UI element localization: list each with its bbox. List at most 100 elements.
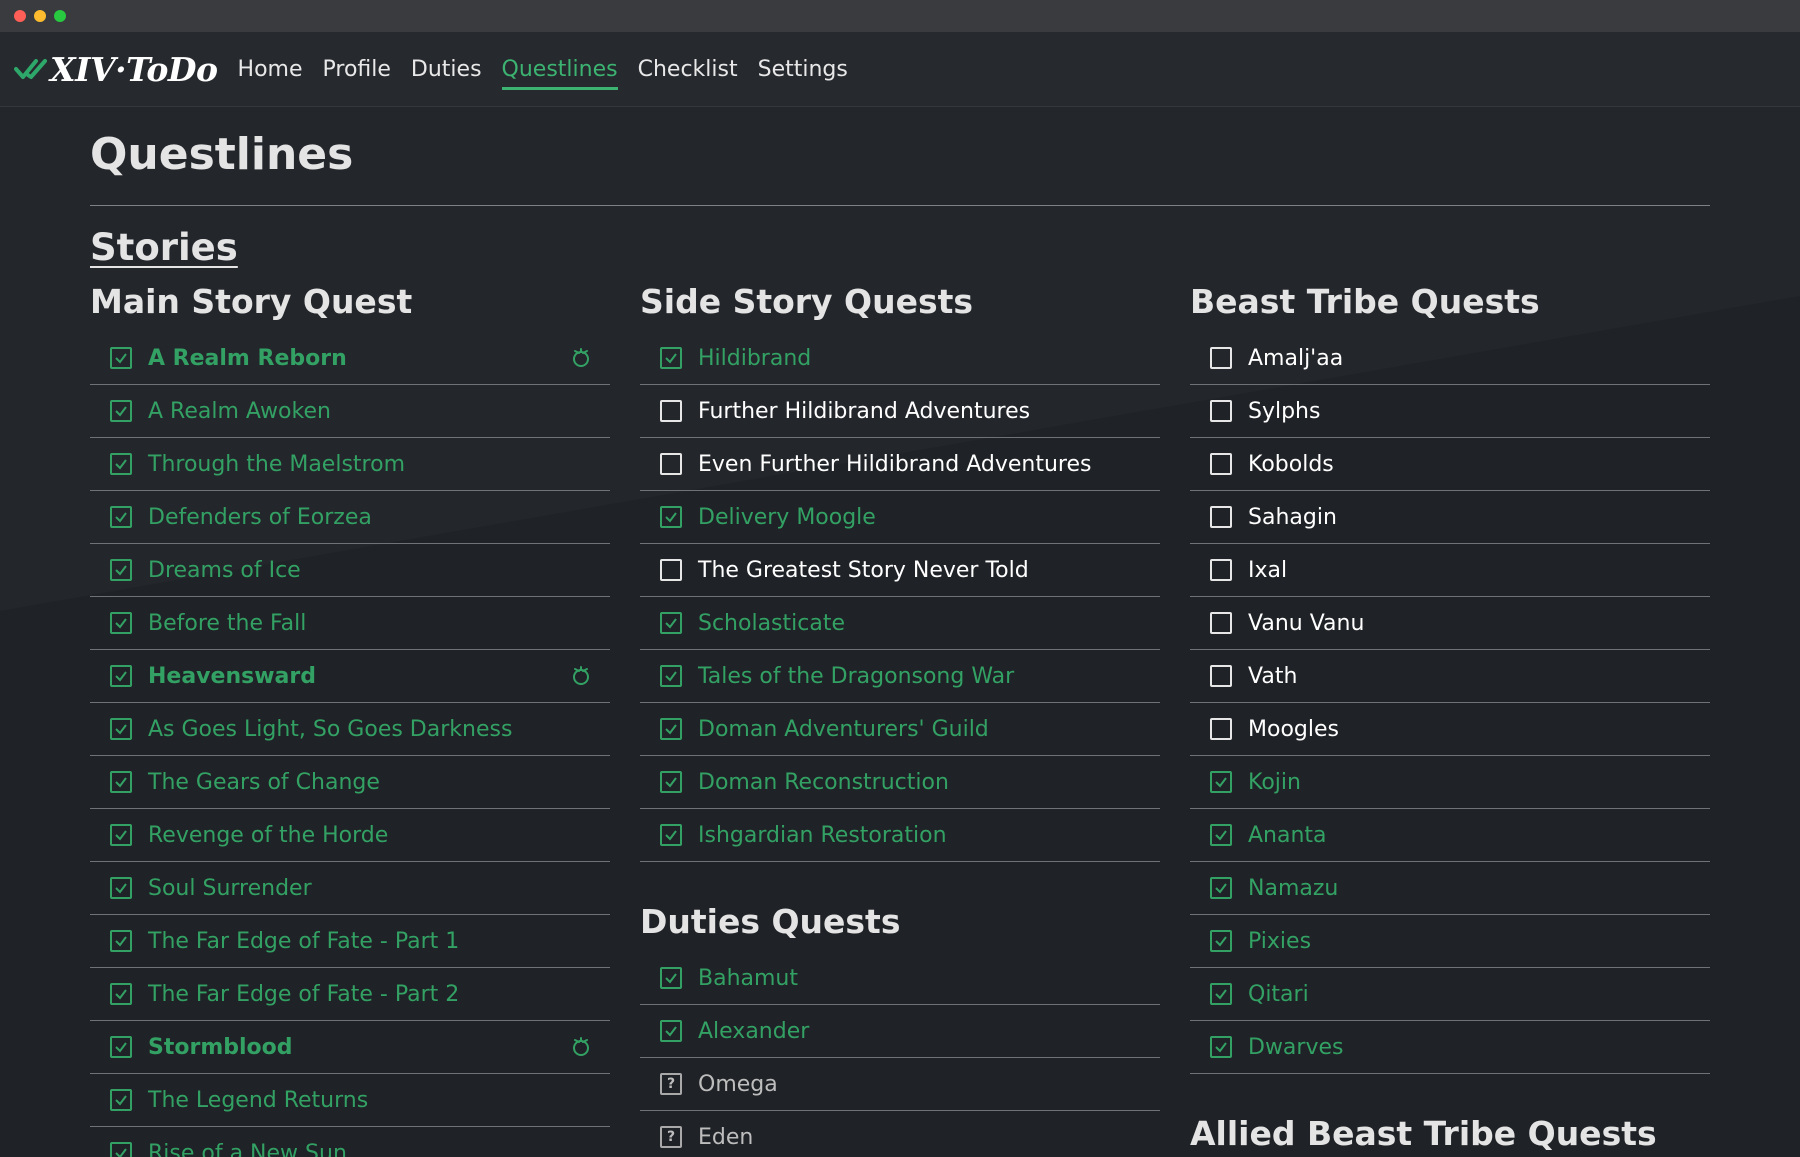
quest-item[interactable]: Ixal [1190,544,1710,597]
quest-checkbox[interactable] [660,559,682,581]
quest-item[interactable]: Kojin [1190,756,1710,809]
quest-checkbox[interactable] [1210,665,1232,687]
quest-item[interactable]: Rise of a New Sun [90,1127,610,1157]
quest-checkbox[interactable] [110,930,132,952]
quest-checkbox[interactable] [660,347,682,369]
quest-item[interactable]: Vanu Vanu [1190,597,1710,650]
quest-checkbox[interactable] [110,1142,132,1157]
nav-settings[interactable]: Settings [758,51,848,88]
quest-item[interactable]: Hildibrand [640,332,1160,385]
quest-item[interactable]: Further Hildibrand Adventures [640,385,1160,438]
nav-profile[interactable]: Profile [323,51,391,88]
quest-item[interactable]: A Realm Reborn [90,332,610,385]
quest-checkbox[interactable] [660,506,682,528]
quest-item[interactable]: Doman Adventurers' Guild [640,703,1160,756]
quest-item[interactable]: Even Further Hildibrand Adventures [640,438,1160,491]
quest-checkbox[interactable] [660,665,682,687]
close-window-button[interactable] [14,10,26,22]
quest-checkbox[interactable] [660,400,682,422]
quest-item[interactable]: A Realm Awoken [90,385,610,438]
check-icon [665,512,677,523]
quest-item[interactable]: Alexander [640,1005,1160,1058]
quest-checkbox[interactable] [660,612,682,634]
unknown-checkbox[interactable]: ? [660,1126,682,1148]
quest-item[interactable]: Ishgardian Restoration [640,809,1160,862]
quest-checkbox[interactable] [110,983,132,1005]
quest-checkbox[interactable] [110,1089,132,1111]
quest-checkbox[interactable] [1210,718,1232,740]
quest-checkbox[interactable] [660,718,682,740]
quest-item[interactable]: Tales of the Dragonsong War [640,650,1160,703]
quest-checkbox[interactable] [110,718,132,740]
quest-item[interactable]: Dwarves [1190,1021,1710,1074]
quest-item[interactable]: The Far Edge of Fate - Part 1 [90,915,610,968]
quest-checkbox[interactable] [660,453,682,475]
quest-item[interactable]: Ananta [1190,809,1710,862]
quest-item[interactable]: Stormblood [90,1021,610,1074]
quest-item[interactable]: ? Omega [640,1058,1160,1111]
nav-checklist[interactable]: Checklist [638,51,738,88]
quest-item[interactable]: Soul Surrender [90,862,610,915]
quest-checkbox[interactable] [110,506,132,528]
quest-checkbox[interactable] [110,612,132,634]
quest-checkbox[interactable] [110,771,132,793]
quest-item[interactable]: Dreams of Ice [90,544,610,597]
quest-checkbox[interactable] [110,559,132,581]
quest-checkbox[interactable] [1210,877,1232,899]
quest-item[interactable]: As Goes Light, So Goes Darkness [90,703,610,756]
quest-item[interactable]: Doman Reconstruction [640,756,1160,809]
quest-item[interactable]: The Gears of Change [90,756,610,809]
quest-checkbox[interactable] [1210,1036,1232,1058]
quest-checkbox[interactable] [1210,559,1232,581]
quest-checkbox[interactable] [110,824,132,846]
quest-item[interactable]: Qitari [1190,968,1710,1021]
quest-checkbox[interactable] [660,771,682,793]
maximize-window-button[interactable] [54,10,66,22]
quest-checkbox[interactable] [660,967,682,989]
nav-home[interactable]: Home [238,51,303,88]
quest-item[interactable]: Delivery Moogle [640,491,1160,544]
quest-checkbox[interactable] [660,1020,682,1042]
quest-item[interactable]: The Legend Returns [90,1074,610,1127]
quest-checkbox[interactable] [110,1036,132,1058]
quest-item[interactable]: Defenders of Eorzea [90,491,610,544]
quest-item[interactable]: Scholasticate [640,597,1160,650]
quest-item[interactable]: Kobolds [1190,438,1710,491]
quest-checkbox[interactable] [110,877,132,899]
quest-checkbox[interactable] [1210,612,1232,634]
quest-item[interactable]: Vath [1190,650,1710,703]
quest-checkbox[interactable] [660,824,682,846]
brand-logo[interactable]: XIV·ToDo [14,50,218,89]
quest-item[interactable]: Heavensward [90,650,610,703]
quest-checkbox[interactable] [1210,824,1232,846]
unknown-checkbox[interactable]: ? [660,1073,682,1095]
quest-item[interactable]: Sylphs [1190,385,1710,438]
quest-item[interactable]: Revenge of the Horde [90,809,610,862]
quest-checkbox[interactable] [1210,983,1232,1005]
quest-checkbox[interactable] [1210,347,1232,369]
quest-item[interactable]: Bahamut [640,952,1160,1005]
quest-checkbox[interactable] [1210,400,1232,422]
quest-item[interactable]: Sahagin [1190,491,1710,544]
quest-checkbox[interactable] [110,347,132,369]
quest-checkbox[interactable] [1210,930,1232,952]
quest-checkbox[interactable] [1210,771,1232,793]
quest-item[interactable]: Namazu [1190,862,1710,915]
nav-duties[interactable]: Duties [411,51,482,88]
quest-item[interactable]: Pixies [1190,915,1710,968]
quest-item[interactable]: ? Eden [640,1111,1160,1157]
minimize-window-button[interactable] [34,10,46,22]
quest-label: Pixies [1248,928,1312,954]
quest-item[interactable]: Moogles [1190,703,1710,756]
quest-item[interactable]: Before the Fall [90,597,610,650]
quest-item[interactable]: The Far Edge of Fate - Part 2 [90,968,610,1021]
quest-checkbox[interactable] [110,665,132,687]
quest-item[interactable]: Through the Maelstrom [90,438,610,491]
nav-questlines[interactable]: Questlines [501,51,618,90]
quest-checkbox[interactable] [1210,506,1232,528]
quest-item[interactable]: The Greatest Story Never Told [640,544,1160,597]
quest-item[interactable]: Amalj'aa [1190,332,1710,385]
quest-checkbox[interactable] [110,453,132,475]
quest-checkbox[interactable] [1210,453,1232,475]
quest-checkbox[interactable] [110,400,132,422]
